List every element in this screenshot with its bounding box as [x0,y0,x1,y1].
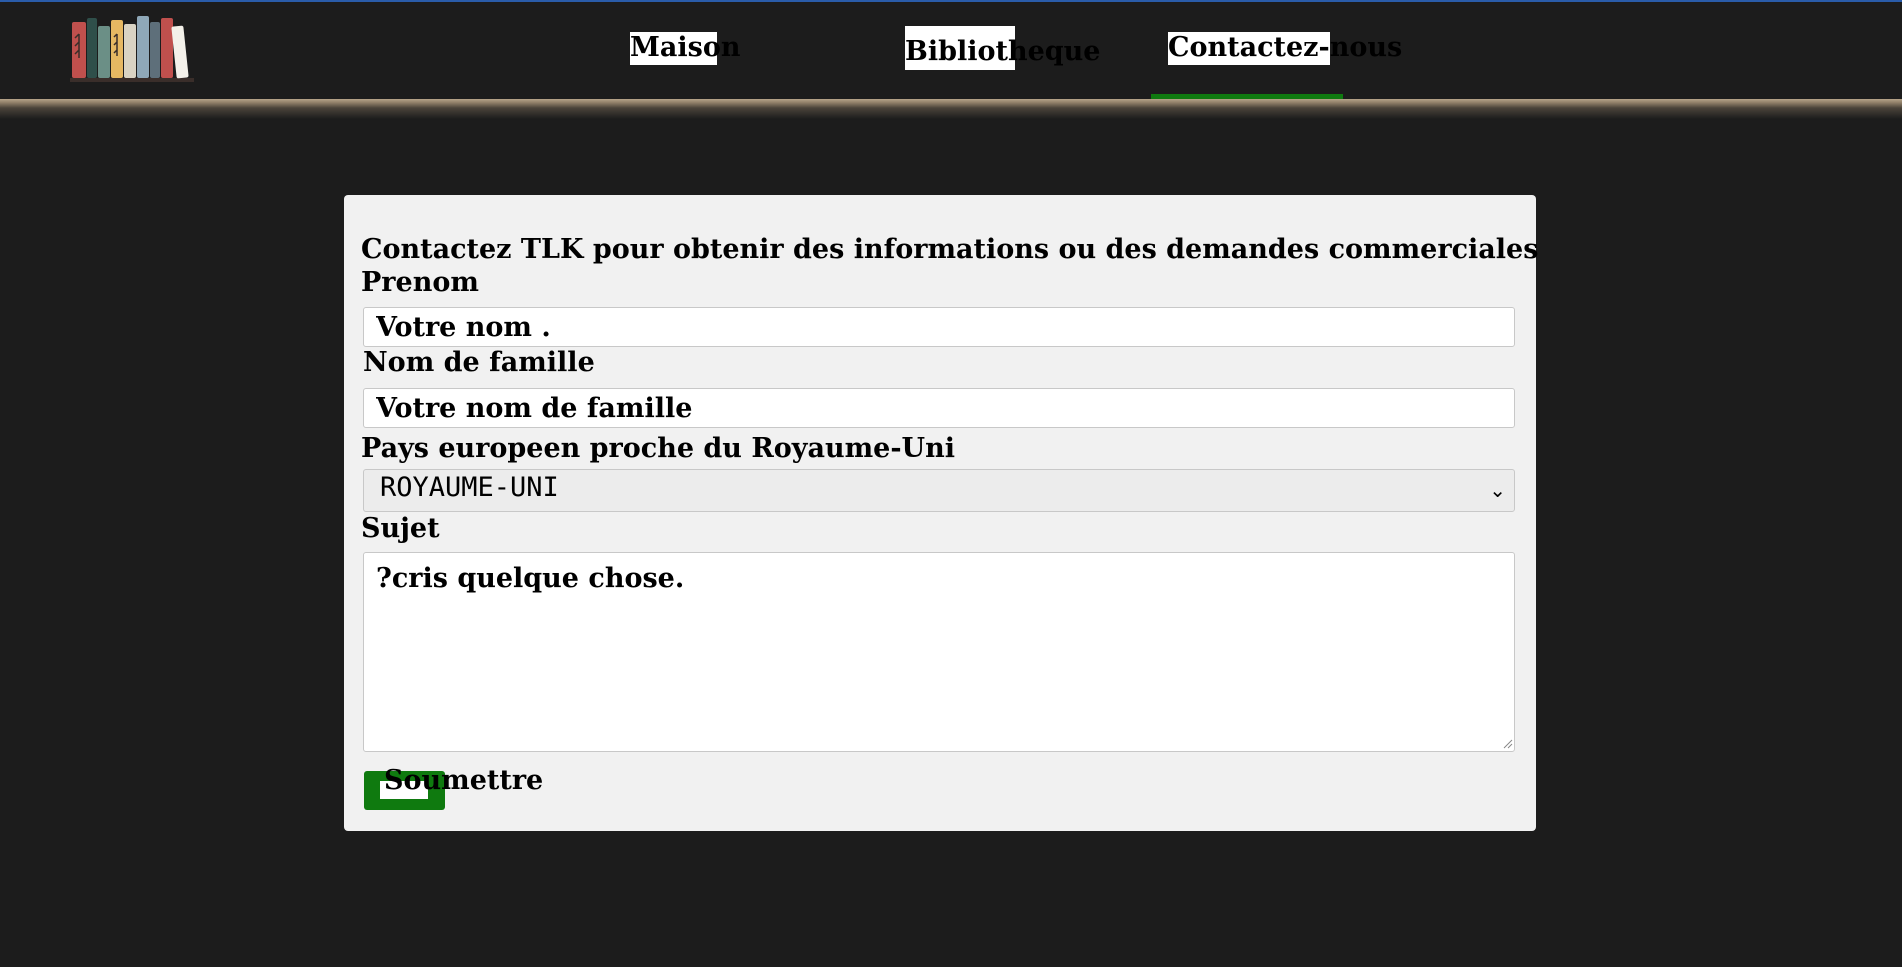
first-name-label: Prenom [361,267,479,298]
nav-link-contactez-nous[interactable]: Contactez-nous [1168,32,1402,64]
form-heading: Contactez TLK pour obtenir des informati… [361,234,1539,265]
last-name-field[interactable] [363,388,1515,428]
resize-grip-icon[interactable] [1502,738,1513,749]
last-name-label: Nom de famille [363,347,595,378]
submit-button-label[interactable]: Soumettre [384,765,543,797]
navbar-shadow [0,99,1902,119]
country-selected-value: ROYAUME-UNI [380,472,559,503]
chevron-down-icon: ⌄ [1489,478,1506,502]
subject-textarea[interactable] [363,552,1515,752]
nav-link-maison[interactable]: Maison [630,32,740,64]
books-shelf-icon[interactable] [68,12,196,84]
country-select[interactable]: ROYAUME-UNI ⌄ [363,469,1515,512]
subject-label: Sujet [361,513,440,544]
navbar: Maison Bibliotheque Contactez-nous [0,2,1902,101]
nav-link-bibliotheque[interactable]: Bibliotheque [905,36,1100,68]
first-name-field[interactable] [363,307,1515,347]
country-label: Pays europeen proche du Royaume-Uni [361,433,955,464]
